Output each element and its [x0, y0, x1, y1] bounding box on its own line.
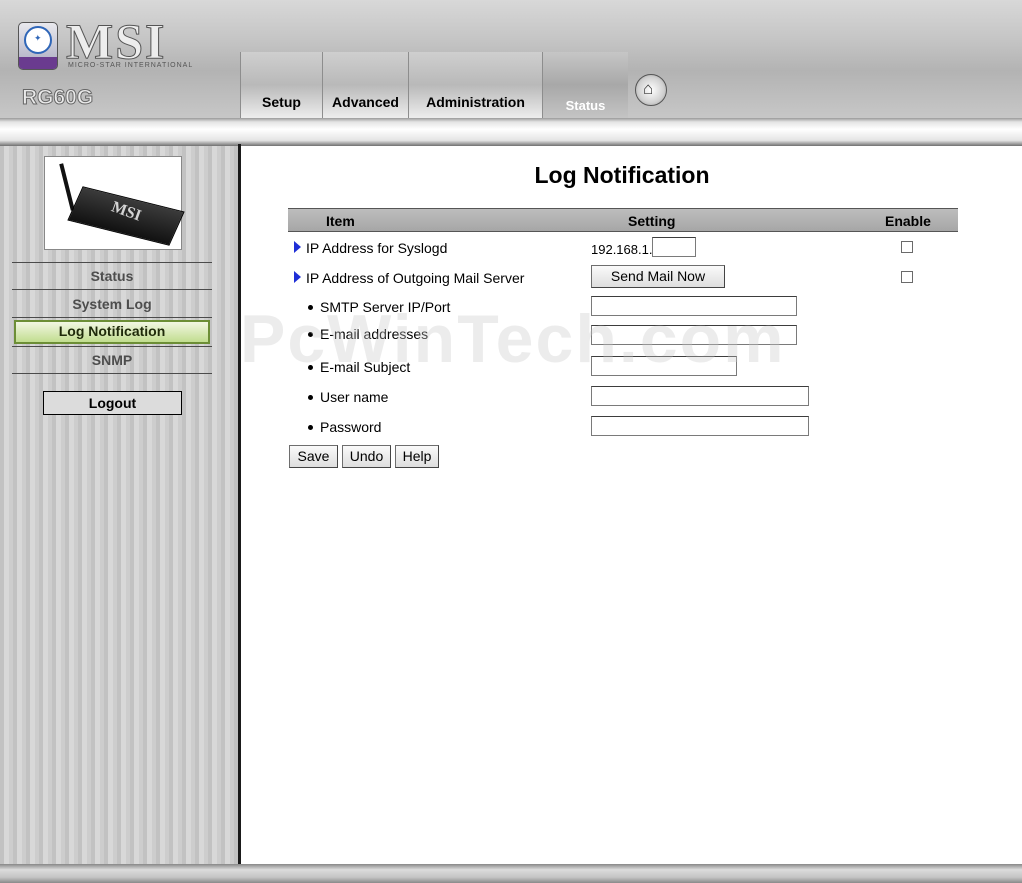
password-input[interactable]: [591, 416, 809, 436]
email-label: E-mail addresses: [320, 326, 429, 342]
sidebar-divider: [12, 289, 212, 290]
header-bar: [0, 118, 1022, 146]
row-arrow-icon: [294, 271, 301, 283]
syslogd-enable-checkbox[interactable]: [901, 241, 913, 253]
sidebar-divider: [12, 373, 212, 374]
syslogd-label: IP Address for Syslogd: [306, 240, 448, 256]
bullet-icon: [308, 395, 313, 400]
user-label: User name: [320, 389, 389, 405]
subject-input[interactable]: [591, 356, 737, 376]
header: ✦ MSI MICRO-STAR INTERNATIONAL RG60G Set…: [0, 0, 1022, 118]
subject-label: E-mail Subject: [320, 359, 411, 375]
main-content: Log Notification Item Setting Enable IP …: [241, 146, 1022, 864]
bullet-icon: [308, 365, 313, 370]
tab-advanced[interactable]: Advanced: [322, 52, 408, 118]
mail-enable-checkbox[interactable]: [901, 271, 913, 283]
bullet-icon: [308, 305, 313, 310]
bullet-icon: [308, 332, 313, 337]
undo-button[interactable]: Undo: [342, 445, 391, 468]
tab-administration[interactable]: Administration: [408, 52, 542, 118]
column-header-item: Item: [326, 213, 355, 229]
logout-button[interactable]: Logout: [43, 391, 182, 415]
smtp-label: SMTP Server IP/Port: [320, 299, 451, 315]
user-input[interactable]: [591, 386, 809, 406]
sidebar-item-snmp[interactable]: SNMP: [14, 349, 210, 371]
antenna-icon: [59, 163, 75, 211]
password-label: Password: [320, 419, 382, 435]
router-image: MSI: [44, 156, 185, 250]
sidebar-divider: [12, 346, 212, 347]
page-title: Log Notification: [534, 162, 710, 188]
column-header-setting: Setting: [628, 213, 676, 229]
brand-subtitle: MICRO-STAR INTERNATIONAL: [68, 62, 194, 69]
msi-logo-icon: ✦: [18, 22, 58, 70]
home-icon[interactable]: ⌂: [635, 74, 667, 106]
sidebar-item-status[interactable]: Status: [14, 265, 210, 287]
table-header: Item Setting Enable: [288, 208, 958, 232]
syslogd-ip-prefix: 192.168.1.: [591, 242, 653, 257]
model-name: RG60G: [21, 86, 94, 110]
sidebar-item-system-log[interactable]: System Log: [14, 293, 210, 315]
sidebar-divider: [12, 262, 212, 263]
send-mail-now-button[interactable]: Send Mail Now: [591, 265, 725, 288]
brand-logo: MSI: [65, 13, 167, 69]
tab-status[interactable]: Status: [542, 52, 628, 118]
syslogd-ip-input[interactable]: [652, 237, 696, 257]
mail-server-label: IP Address of Outgoing Mail Server: [306, 270, 525, 286]
row-arrow-icon: [294, 241, 301, 253]
save-button[interactable]: Save: [289, 445, 338, 468]
help-button[interactable]: Help: [395, 445, 439, 468]
sidebar-item-log-notification[interactable]: Log Notification: [14, 320, 210, 344]
column-header-enable: Enable: [885, 213, 931, 229]
sidebar: MSI Status System Log Log Notification S…: [0, 146, 238, 864]
smtp-input[interactable]: [591, 296, 797, 316]
footer-bar: [0, 864, 1022, 883]
bullet-icon: [308, 425, 313, 430]
email-input[interactable]: [591, 325, 797, 345]
sidebar-divider: [12, 317, 212, 318]
tab-setup[interactable]: Setup: [240, 52, 322, 118]
